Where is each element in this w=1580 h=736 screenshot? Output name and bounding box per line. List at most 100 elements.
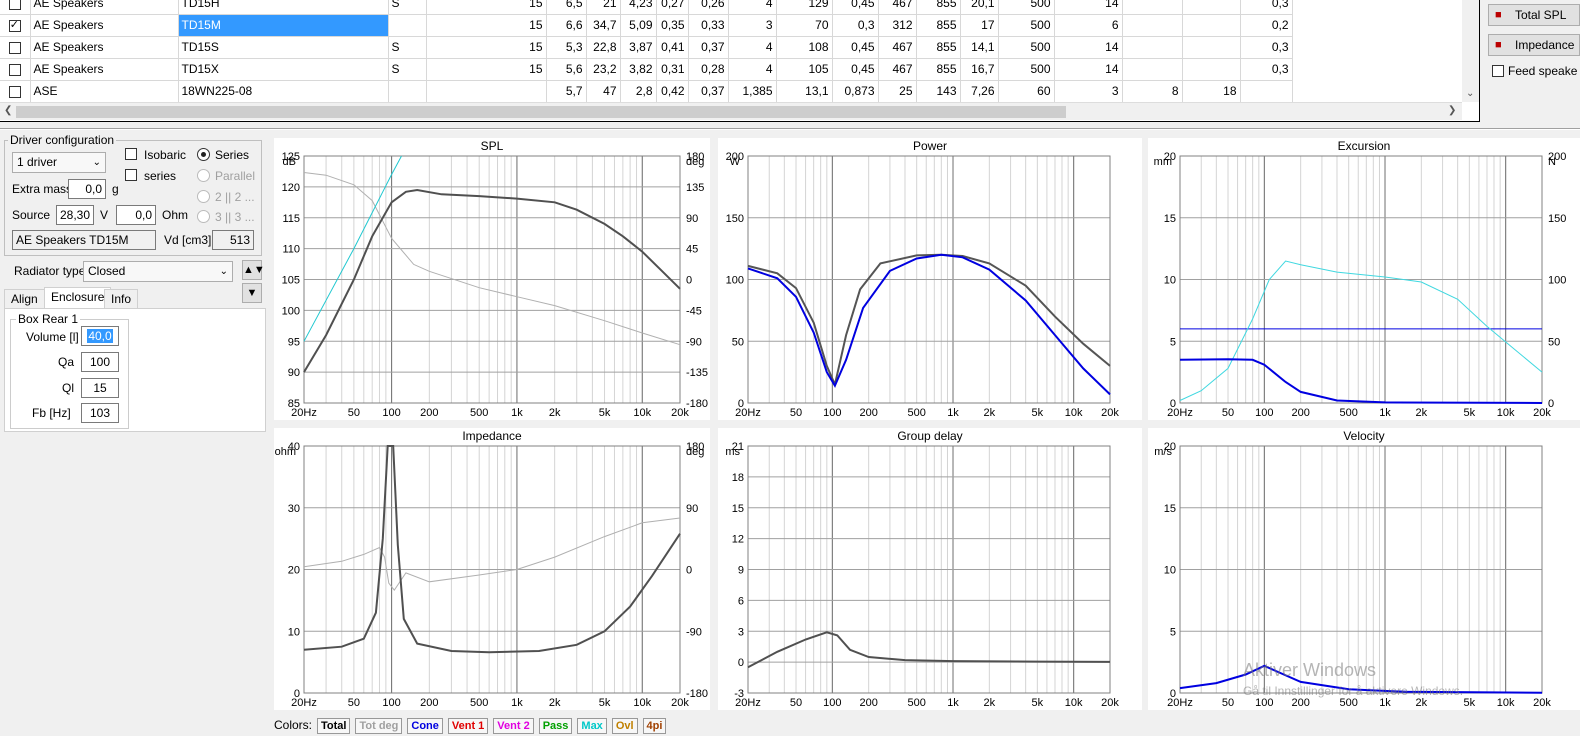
value-cell xyxy=(1122,14,1183,37)
horizontal-scrollbar[interactable]: ❮ ❯ xyxy=(0,102,1462,120)
driver-count-select[interactable]: 1 driver ⌄ xyxy=(12,152,106,173)
value-cell: 70 xyxy=(776,14,833,37)
series-radio[interactable] xyxy=(197,148,210,161)
scroll-down-icon[interactable]: ⌄ xyxy=(1466,88,1474,99)
table-row[interactable]: AE Speakers TD15X S 15 5,6 23,2 3,82 0,31 0,28 4 1… xyxy=(0,58,1293,81)
color-key[interactable]: 4pi xyxy=(642,718,667,734)
y2-tick-label: 100 xyxy=(1548,275,1566,287)
fb-input[interactable]: 103 xyxy=(81,403,119,423)
color-key[interactable]: Ovl xyxy=(611,718,638,734)
row-checkbox[interactable] xyxy=(8,0,21,10)
collapse-button[interactable]: ▼ xyxy=(242,283,262,303)
power-chart: Power 0 50 100 150 200 20Hz 50 100 200 500 1k 2k 5k 1… xyxy=(718,138,1142,420)
row-checkbox[interactable] xyxy=(8,18,21,32)
x-tick-label: 5k xyxy=(1032,407,1044,419)
value-cell: 312 xyxy=(878,14,917,37)
y2-tick-label: 45 xyxy=(686,244,698,256)
radiator-type-select[interactable]: Closed ⌄ xyxy=(83,261,233,282)
ql-input[interactable]: 15 xyxy=(81,378,119,398)
value-cell: 3,82 xyxy=(620,58,657,81)
y-tick-label: 115 xyxy=(282,213,300,225)
y-tick-label: 100 xyxy=(282,305,300,317)
driver-count-value: 1 driver xyxy=(17,155,58,169)
driver-config-title: Driver configuration xyxy=(8,133,117,147)
value-cell: 0,26 xyxy=(688,0,729,15)
value-cell: 0,3 xyxy=(832,14,879,37)
brand-cell: AE Speakers xyxy=(30,36,179,59)
parallel-radio[interactable] xyxy=(197,169,210,182)
x-tick-label: 20k xyxy=(1533,407,1551,419)
color-key[interactable]: Total xyxy=(317,718,351,734)
x-tick-label: 10k xyxy=(1065,697,1083,709)
y-tick-label: 9 xyxy=(738,565,744,577)
y2-tick-label: 50 xyxy=(1548,336,1560,348)
value-cell: 0,35 xyxy=(656,14,689,37)
row-checkbox[interactable] xyxy=(8,41,21,54)
value-cell: 129 xyxy=(776,0,833,15)
excursion-plot: 0510152005010015020020Hz 50 100 200 500 1k 2k 5… xyxy=(1154,151,1567,419)
color-key[interactable]: Tot deg xyxy=(355,718,403,734)
brand-cell: AE Speakers xyxy=(30,58,179,81)
source-label: Source xyxy=(12,208,51,222)
x-tick-label: 50 xyxy=(790,407,802,419)
extra-mass-label: Extra mass xyxy=(12,182,73,196)
y-tick-label: 5 xyxy=(1170,626,1176,638)
y-tick-label: 15 xyxy=(1164,503,1176,515)
volume-input[interactable]: 40,0 xyxy=(81,326,119,346)
tab-info[interactable]: Info xyxy=(104,289,139,309)
color-key[interactable]: Vent 2 xyxy=(493,718,534,734)
source-voltage-input[interactable]: 28,30 xyxy=(56,205,94,225)
driver-grid[interactable]: AE Speakers TD15H S 15 6,5 21 4,23 0,27 0,26 4 129… xyxy=(0,0,1293,103)
tab-align[interactable]: Align xyxy=(4,289,45,309)
total-spl-button[interactable]: ■ Total SPL xyxy=(1488,4,1580,26)
extra-mass-unit: g xyxy=(112,182,119,196)
table-row[interactable]: ASE 18WN225-08 5,7 47 2,8 0,42 0,37 1,385 13,1 0,… xyxy=(0,80,1293,103)
value-cell: 17 xyxy=(960,14,999,37)
extra-mass-input[interactable]: 0,0 xyxy=(68,179,106,199)
color-key[interactable]: Max xyxy=(577,718,607,734)
color-key[interactable]: Pass xyxy=(538,718,573,734)
impedance-button[interactable]: ■ Impedance xyxy=(1488,34,1580,56)
impedance-phase-curve xyxy=(303,517,681,591)
isobaric-checkbox[interactable] xyxy=(125,148,137,160)
x-tick-label: 2k xyxy=(1416,407,1428,419)
up-down-button[interactable]: ▲▼ xyxy=(242,260,265,280)
x-tick-label: 50 xyxy=(348,697,360,709)
value-cell: 8 xyxy=(1122,80,1183,103)
feed-speaker-checkbox[interactable] xyxy=(1492,65,1504,77)
value-cell: 0,37 xyxy=(688,80,729,103)
row-checkbox[interactable] xyxy=(8,63,21,76)
two-parallel-radio[interactable] xyxy=(197,190,210,203)
value-cell: 47 xyxy=(586,80,621,103)
horizontal-scroll-thumb[interactable] xyxy=(16,106,1066,118)
value-cell xyxy=(1182,0,1241,15)
driver-table[interactable]: AE Speakers TD15H S 15 6,5 21 4,23 0,27 0,26 4 129… xyxy=(0,0,1480,122)
splitter[interactable] xyxy=(0,128,1580,130)
x-tick-label: 10k xyxy=(633,697,651,709)
color-key[interactable]: Vent 1 xyxy=(447,718,489,734)
vertical-scrollbar[interactable]: ⌄ xyxy=(1462,0,1479,102)
y-tick-label: 120 xyxy=(282,182,300,194)
three-parallel-radio[interactable] xyxy=(197,210,210,223)
x-tick-label: 2k xyxy=(549,407,561,419)
qa-input[interactable]: 100 xyxy=(81,352,119,372)
table-row[interactable]: AE Speakers TD15S S 15 5,3 22,8 3,87 0,41 0,37 4 1… xyxy=(0,36,1293,59)
table-row[interactable]: AE SpeakersTD15M 156,634,75,090,350,33370… xyxy=(0,14,1293,37)
color-key[interactable]: Cone xyxy=(407,718,443,734)
two-parallel-label: 2 || 2 ... xyxy=(215,190,255,204)
source-resistance-input[interactable]: 0,0 xyxy=(116,205,156,225)
radiator-type-value: Closed xyxy=(88,264,126,278)
scroll-left-icon[interactable]: ❮ xyxy=(4,105,12,116)
table-row[interactable]: AE Speakers TD15H S 15 6,5 21 4,23 0,27 0,26 4 129… xyxy=(0,0,1293,15)
y-tick-label: 20 xyxy=(288,565,300,577)
x-tick-label: 20k xyxy=(671,697,689,709)
series-checkbox[interactable] xyxy=(125,169,137,181)
power-cone-curve xyxy=(747,253,1111,396)
tab-enclosure[interactable]: Enclosure xyxy=(44,287,112,309)
fb-label: Fb [Hz] xyxy=(32,406,71,420)
scroll-right-icon[interactable]: ❯ xyxy=(1448,105,1456,116)
y2-tick-label: 90 xyxy=(686,503,698,515)
row-checkbox[interactable] xyxy=(8,85,21,98)
watermark-subtitle: Gå til Innstillinger for å aktivere Wind… xyxy=(1243,684,1464,698)
radiator-type-label: Radiator type xyxy=(14,264,86,278)
